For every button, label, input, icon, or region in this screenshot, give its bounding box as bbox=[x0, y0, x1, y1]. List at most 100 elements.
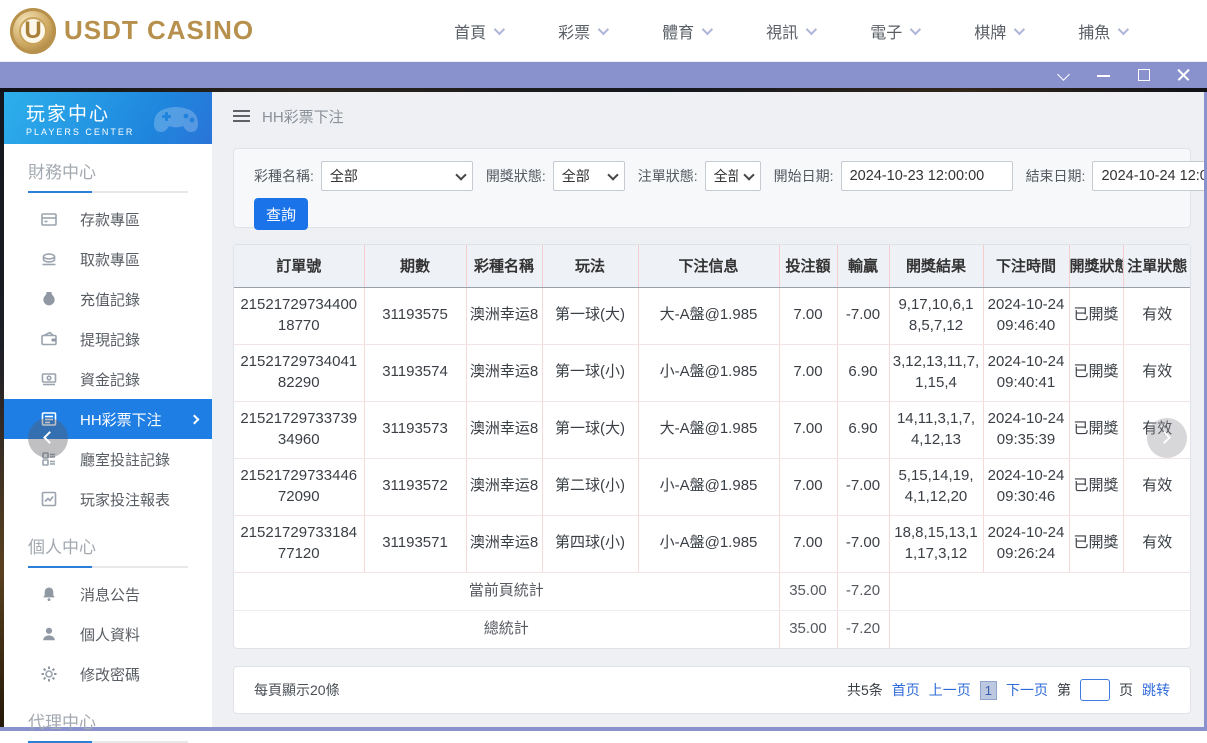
table-cell: 澳洲幸运8 bbox=[466, 287, 543, 345]
current-page-badge[interactable]: 1 bbox=[979, 680, 997, 700]
nav-item-home[interactable]: 首頁 bbox=[454, 19, 506, 43]
draw-status-select[interactable]: 全部 bbox=[552, 161, 625, 191]
sidebar-item-player-bet-report[interactable]: 玩家投注報表 bbox=[4, 479, 212, 519]
sidebar-item-label: 取款專區 bbox=[80, 251, 141, 269]
table-cell: 2152172973440018770 bbox=[234, 287, 365, 345]
table-cell: 第一球(大) bbox=[542, 401, 639, 459]
nav-label: 捕魚 bbox=[1078, 24, 1111, 42]
summary-winloss-total: -7.20 bbox=[837, 610, 890, 648]
panel-expand-button[interactable] bbox=[1147, 418, 1187, 458]
sidebar-item-withdraw[interactable]: 取款專區 bbox=[4, 239, 212, 279]
jump-prefix-label: 第 bbox=[1057, 682, 1071, 698]
lottery-name-label: 彩種名稱: bbox=[254, 168, 314, 184]
lottery-name-select[interactable]: 全部 bbox=[320, 161, 473, 191]
brand-logo[interactable]: U USDT CASINO bbox=[10, 7, 254, 54]
sidebar-item-label: 充值記錄 bbox=[80, 291, 141, 309]
table-cell: 2024-10-24 09:46:40 bbox=[983, 287, 1070, 345]
nav-label: 電子 bbox=[870, 24, 903, 42]
summary-empty bbox=[889, 610, 1190, 648]
table-cell: 第四球(小) bbox=[542, 515, 639, 573]
table-cell: 有效 bbox=[1123, 458, 1190, 516]
search-button[interactable]: 查詢 bbox=[254, 198, 308, 230]
column-header: 投注額 bbox=[779, 245, 838, 288]
prev-page-link[interactable]: 上一页 bbox=[929, 680, 971, 700]
column-header: 下注信息 bbox=[638, 245, 780, 288]
bets-table: 訂單號期數彩種名稱玩法下注信息投注額輸贏開獎結果下注時間開獎狀態注單狀態 215… bbox=[234, 245, 1190, 648]
table-cell: 31193574 bbox=[364, 344, 467, 402]
gear-icon bbox=[41, 666, 57, 682]
sidebar-item-label: 玩家投注報表 bbox=[80, 491, 171, 509]
table-cell: 6.90 bbox=[837, 401, 890, 459]
table-cell: 3,12,13,11,7,1,15,4 bbox=[889, 344, 984, 402]
table-row: 2152172973344672090 31193572 澳洲幸运8 第二球(小) 小-… bbox=[234, 458, 1190, 516]
sidebar-item-recharge-record[interactable]: 充值記錄 bbox=[4, 279, 212, 319]
nav-label: 體育 bbox=[662, 24, 695, 42]
nav-item-lottery[interactable]: 彩票 bbox=[558, 19, 610, 43]
report-chart-icon bbox=[41, 491, 57, 507]
sidebar-item-funds-record[interactable]: 資金記錄 bbox=[4, 359, 212, 399]
money-bag-icon bbox=[43, 292, 55, 306]
chevron-right-icon bbox=[1158, 431, 1171, 444]
first-page-link[interactable]: 首页 bbox=[892, 680, 920, 700]
table-cell: 澳洲幸运8 bbox=[466, 515, 543, 573]
window-maximize-icon[interactable] bbox=[1137, 68, 1151, 82]
table-cell: 小-A盤@1.985 bbox=[638, 344, 780, 402]
page-summary-row: 當前頁統計 35.00 -7.20 bbox=[234, 572, 1190, 611]
sidebar-item-withdrawal-record[interactable]: 提現記錄 bbox=[4, 319, 212, 359]
summary-winloss-total: -7.20 bbox=[837, 572, 890, 611]
jump-suffix-label: 页 bbox=[1119, 682, 1133, 698]
window-close-icon[interactable] bbox=[1177, 68, 1191, 82]
nav-item-cards[interactable]: 棋牌 bbox=[974, 19, 1026, 43]
sidebar-item-profile[interactable]: 個人資料 bbox=[4, 614, 212, 654]
sidebar-item-label: 修改密碼 bbox=[80, 666, 141, 684]
sidebar-item-change-password[interactable]: 修改密碼 bbox=[4, 654, 212, 694]
sidebar-header: 玩家中心 PLAYERS CENTER bbox=[4, 92, 212, 144]
window-chevron-down-icon[interactable] bbox=[1057, 68, 1071, 82]
table-cell: 澳洲幸运8 bbox=[466, 344, 543, 402]
window-titlebar bbox=[0, 62, 1207, 88]
table-cell: 2024-10-24 09:26:24 bbox=[983, 515, 1070, 573]
table-cell: 小-A盤@1.985 bbox=[638, 515, 780, 573]
order-status-label: 注單狀態: bbox=[637, 168, 698, 184]
grand-summary-row: 總統計 35.00 -7.20 bbox=[234, 610, 1190, 648]
sidebar-item-deposit[interactable]: 存款專區 bbox=[4, 199, 212, 239]
end-date-label: 結束日期: bbox=[1025, 168, 1086, 184]
table-cell: 7.00 bbox=[779, 515, 838, 573]
end-date-input[interactable] bbox=[1092, 161, 1204, 191]
sidebar-collapse-button[interactable] bbox=[28, 418, 68, 458]
nav-item-fishing[interactable]: 捕魚 bbox=[1078, 19, 1130, 43]
jump-page-input[interactable] bbox=[1080, 679, 1110, 701]
section-divider bbox=[28, 191, 188, 193]
page-title: HH彩票下注 bbox=[262, 108, 344, 126]
start-date-input[interactable] bbox=[840, 161, 1013, 191]
bets-table-container: 訂單號期數彩種名稱玩法下注信息投注額輸贏開獎結果下注時間開獎狀態注單狀態 215… bbox=[233, 244, 1191, 649]
jump-button[interactable]: 跳转 bbox=[1142, 680, 1170, 700]
sidebar-item-announcements[interactable]: 消息公告 bbox=[4, 574, 212, 614]
hamburger-menu-icon[interactable] bbox=[233, 109, 250, 123]
chevron-down-icon bbox=[701, 23, 714, 35]
nav-label: 視訊 bbox=[766, 24, 799, 42]
table-cell: -7.00 bbox=[837, 458, 890, 516]
nav-item-slots[interactable]: 電子 bbox=[870, 19, 922, 43]
start-date-label: 開始日期: bbox=[773, 168, 834, 184]
chevron-down-icon bbox=[805, 23, 818, 35]
sidebar-item-label: 廳室投註記錄 bbox=[80, 451, 171, 469]
next-page-link[interactable]: 下一页 bbox=[1006, 680, 1048, 700]
column-header: 開獎狀態 bbox=[1069, 245, 1124, 288]
column-header: 訂單號 bbox=[234, 245, 365, 288]
order-status-select[interactable]: 全部 bbox=[704, 161, 761, 191]
nav-item-sports[interactable]: 體育 bbox=[662, 19, 714, 43]
column-header: 彩種名稱 bbox=[466, 245, 543, 288]
summary-bet-total: 35.00 bbox=[779, 572, 838, 611]
nav-item-live[interactable]: 視訊 bbox=[766, 19, 818, 43]
window-minimize-icon[interactable] bbox=[1097, 68, 1111, 82]
summary-empty bbox=[889, 572, 1190, 611]
sidebar-item-label: 資金記錄 bbox=[80, 371, 141, 389]
table-cell: 已開獎 bbox=[1069, 401, 1124, 459]
table-cell: 已開獎 bbox=[1069, 458, 1124, 516]
wallet-icon bbox=[41, 331, 57, 346]
table-cell: 澳洲幸运8 bbox=[466, 401, 543, 459]
table-cell: 第二球(小) bbox=[542, 458, 639, 516]
page-size-text: 每頁顯示20條 bbox=[254, 682, 340, 698]
chevron-down-icon bbox=[909, 23, 922, 35]
